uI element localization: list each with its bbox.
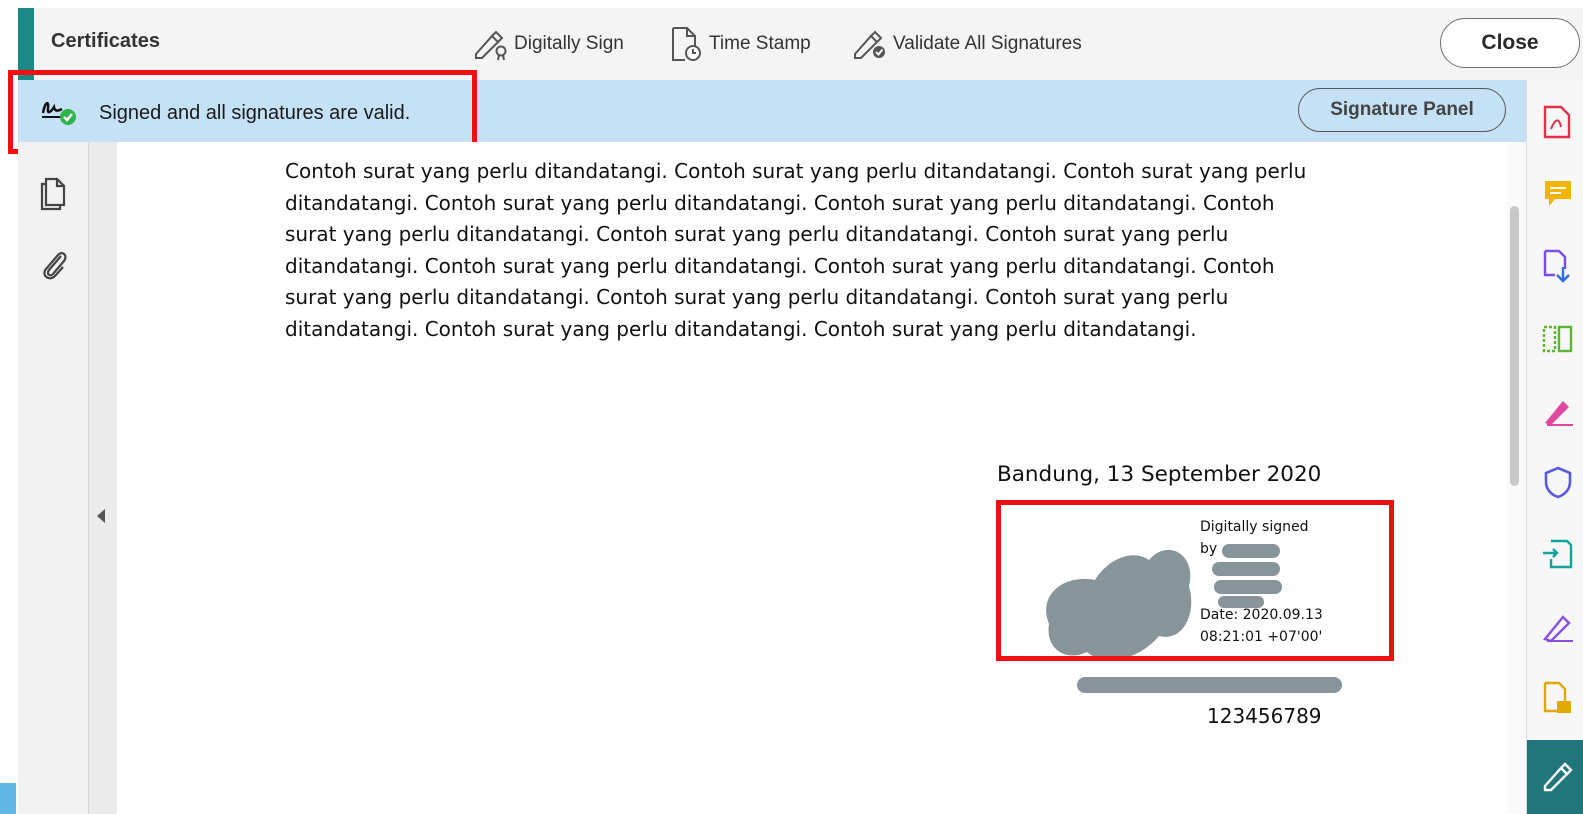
comment-icon bbox=[1545, 181, 1571, 206]
protect-icon bbox=[1544, 466, 1572, 499]
signature-valid-icon bbox=[41, 101, 76, 125]
tool-comment[interactable] bbox=[1527, 164, 1583, 224]
fill-sign-icon bbox=[1545, 401, 1573, 426]
pen-ribbon-icon bbox=[475, 30, 507, 61]
create-pdf-icon bbox=[1543, 105, 1571, 139]
tool-certificates[interactable] bbox=[1527, 740, 1583, 814]
tool-export-pdf[interactable] bbox=[1527, 236, 1583, 296]
redacted-signer-full-name bbox=[1077, 677, 1342, 693]
digitally-sign-button[interactable]: Digitally Sign bbox=[472, 24, 624, 64]
organize-pages-icon bbox=[1542, 325, 1573, 353]
signature-status-banner: Signed and all signatures are valid. Sig… bbox=[18, 80, 1526, 142]
document-clock-icon bbox=[672, 27, 701, 61]
time-stamp-button[interactable]: Time Stamp bbox=[667, 24, 811, 64]
pen-check-icon bbox=[854, 30, 885, 59]
scan-icon bbox=[1543, 681, 1571, 713]
place-date: Bandung, 13 September 2020 bbox=[997, 462, 1322, 487]
tool-edit-pdf[interactable] bbox=[1527, 596, 1583, 656]
tool-fill-sign[interactable] bbox=[1527, 380, 1583, 440]
validate-all-label: Validate All Signatures bbox=[893, 33, 1082, 54]
tool-protect[interactable] bbox=[1527, 452, 1583, 512]
close-button[interactable]: Close bbox=[1440, 18, 1580, 68]
tool-scan[interactable] bbox=[1527, 668, 1583, 728]
left-accent-bar bbox=[18, 8, 34, 80]
scrollbar-thumb[interactable] bbox=[1510, 206, 1519, 486]
signature-status-message: Signed and all signatures are valid. bbox=[99, 102, 411, 124]
signer-id-number: 123456789 bbox=[1207, 704, 1322, 728]
time-stamp-label: Time Stamp bbox=[709, 33, 811, 54]
edit-pdf-icon bbox=[1542, 615, 1573, 643]
digitally-sign-label: Digitally Sign bbox=[514, 33, 624, 54]
right-tools-rail bbox=[1526, 80, 1583, 814]
send-for-review-icon bbox=[1543, 539, 1573, 569]
certificates-toolbar: Certificates Digitally Sign Time Stamp V… bbox=[34, 8, 1583, 81]
page-thumbnails-icon[interactable] bbox=[38, 176, 70, 212]
export-pdf-icon bbox=[1543, 249, 1570, 283]
tool-organize-pages[interactable] bbox=[1527, 308, 1583, 368]
certificates-icon bbox=[1543, 762, 1573, 792]
panel-collapse-strip bbox=[89, 142, 117, 814]
signature-panel-button[interactable]: Signature Panel bbox=[1298, 88, 1506, 132]
tool-create-pdf[interactable] bbox=[1527, 92, 1583, 152]
validate-all-signatures-button[interactable]: Validate All Signatures bbox=[851, 24, 1082, 64]
redacted-signer-name bbox=[1212, 544, 1282, 608]
redacted-signature-image bbox=[1046, 549, 1192, 660]
corner-accent bbox=[0, 783, 16, 814]
tool-send-for-review[interactable] bbox=[1527, 524, 1583, 584]
vertical-scrollbar[interactable] bbox=[1507, 142, 1526, 814]
toolbar-title: Certificates bbox=[51, 30, 160, 52]
signature-time-line: 08:21:01 +07'00' bbox=[1200, 629, 1323, 645]
letter-body-text: Contoh surat yang perlu ditandatangi. Co… bbox=[285, 159, 1307, 341]
attachments-icon[interactable] bbox=[38, 246, 70, 282]
document-page: Contoh surat yang perlu ditandatangi. Co… bbox=[117, 142, 1507, 814]
collapse-arrow-icon[interactable] bbox=[97, 509, 105, 523]
signature-line-1: Digitally signed bbox=[1200, 519, 1309, 535]
left-navigation-panel bbox=[18, 142, 89, 814]
